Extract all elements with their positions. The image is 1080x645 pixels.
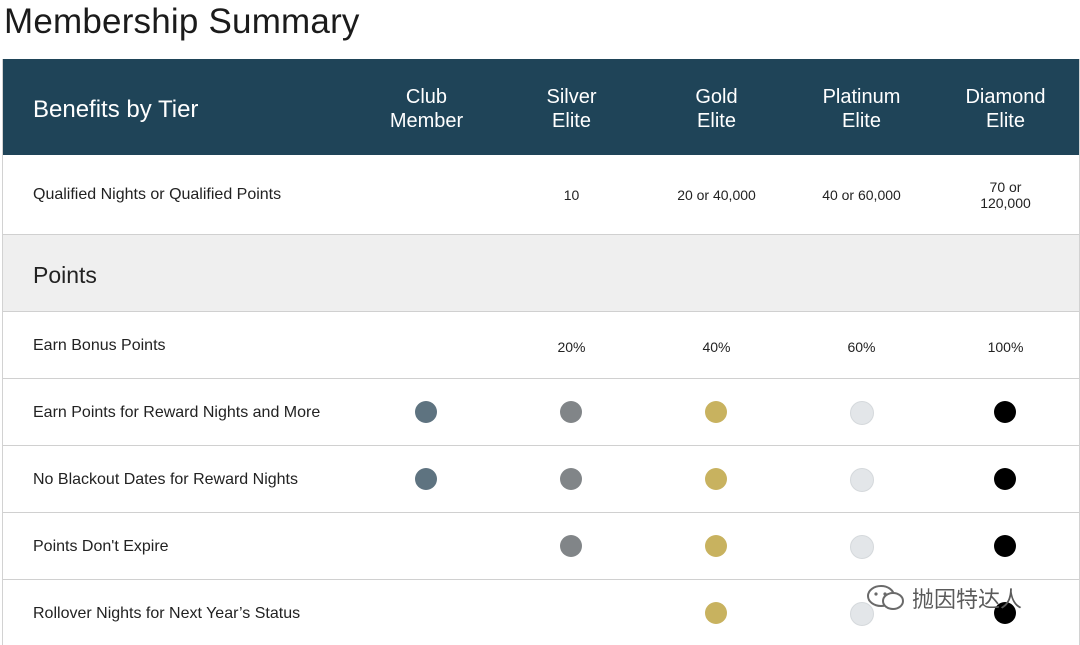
tier-indicator-dot <box>850 401 874 425</box>
cell-value: 10 <box>563 187 580 203</box>
tier-indicator-dot <box>994 535 1016 557</box>
tier-indicator-dot <box>705 468 727 490</box>
tier-indicator-dot <box>560 401 582 423</box>
cell-value: 60% <box>847 339 876 355</box>
row-label: No Blackout Dates for Reward Nights <box>33 471 298 488</box>
section-row-points: Points <box>3 235 1079 312</box>
row-label: Points Don't Expire <box>33 538 169 555</box>
tier-platinum-elite: Platinum Elite <box>822 86 901 132</box>
tier-indicator-dot <box>705 535 727 557</box>
page-title: Membership Summary <box>4 2 360 41</box>
tier-indicator-dot <box>560 468 582 490</box>
section-title: Points <box>33 262 97 288</box>
tier-indicator-dot <box>994 468 1016 490</box>
tier-gold-elite: Gold Elite <box>695 86 738 132</box>
tier-club-member: Club Member <box>389 86 464 132</box>
tier-diamond-elite: Diamond Elite <box>965 86 1046 132</box>
tier-indicator-dot <box>850 468 874 492</box>
row-label: Qualified Nights or Qualified Points <box>33 186 282 203</box>
table-row: Qualified Nights or Qualified Points 10 … <box>3 155 1079 235</box>
tier-indicator-dot <box>415 401 437 423</box>
tier-silver-elite: Silver Elite <box>546 86 597 132</box>
cell-value: 70 or 120,000 <box>980 179 1031 211</box>
tier-indicator-dot <box>705 401 727 423</box>
row-label: Earn Points for Reward Nights and More <box>33 404 321 421</box>
tier-indicator-dot <box>560 535 582 557</box>
table-row: Points Don't Expire <box>3 513 1079 580</box>
table-row: Earn Bonus Points 20% 40% 60% 100% <box>3 312 1079 379</box>
row-label: Rollover Nights for Next Year’s Status <box>33 605 301 622</box>
benefits-table: Benefits by Tier Club Member Silver Elite … <box>2 59 1080 645</box>
tier-indicator-dot <box>705 602 727 624</box>
table-row: Earn Points for Reward Nights and More <box>3 379 1079 446</box>
cell-value: 100% <box>987 339 1024 355</box>
watermark-text: 抛因特达人 <box>912 587 1023 612</box>
tier-indicator-dot <box>994 401 1016 423</box>
wechat-icon <box>867 585 904 610</box>
table-row: No Blackout Dates for Reward Nights <box>3 446 1079 513</box>
cell-value: 40% <box>702 339 731 355</box>
cell-value: 40 or 60,000 <box>822 187 901 203</box>
cell-value: 20% <box>557 339 586 355</box>
header-label: Benefits by Tier <box>33 96 199 123</box>
tier-indicator-dot <box>415 468 437 490</box>
watermark: 抛因特达人 <box>866 582 1022 614</box>
cell-value: 20 or 40,000 <box>677 187 756 203</box>
tier-indicator-dot <box>850 535 874 559</box>
row-label: Earn Bonus Points <box>33 337 166 354</box>
table-header: Benefits by Tier Club Member Silver Elite … <box>3 59 1079 155</box>
